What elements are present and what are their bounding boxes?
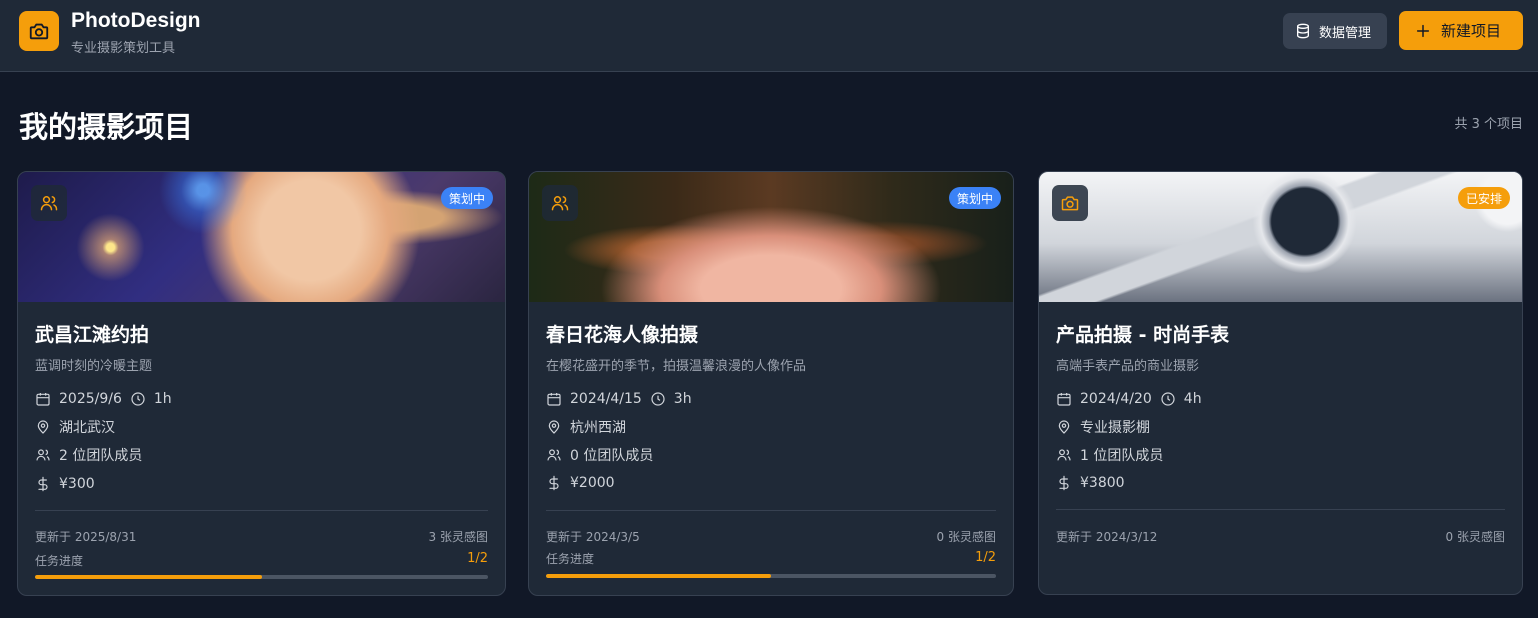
logo[interactable] <box>19 11 59 51</box>
project-cover-image <box>1039 172 1522 302</box>
task-progress-value: 1/2 <box>975 550 996 565</box>
project-card[interactable]: 策划中 春日花海人像拍摄 在樱花盛开的季节，拍摄温馨浪漫的人像作品 2024/4… <box>528 171 1014 596</box>
status-badge: 策划中 <box>948 187 1001 209</box>
project-type-badge <box>1052 185 1088 221</box>
location-row: 杭州西湖 <box>546 417 626 437</box>
new-project-button[interactable]: 新建项目 <box>1399 11 1523 50</box>
date-row: 2024/4/15 3h <box>546 389 692 409</box>
calendar-icon <box>36 393 50 406</box>
project-budget: ¥2000 <box>570 475 615 491</box>
brand-title: PhotoDesign <box>71 9 201 32</box>
project-type-badge <box>31 185 67 221</box>
project-budget: ¥300 <box>59 476 95 492</box>
project-date: 2024/4/20 <box>1080 391 1152 407</box>
project-location: 杭州西湖 <box>570 420 626 436</box>
status-badge: 已安排 <box>1457 187 1510 209</box>
project-title: 产品拍摄 - 时尚手表 <box>1056 324 1230 346</box>
map-pin-icon <box>37 420 49 434</box>
project-card[interactable]: 策划中 武昌江滩约拍 蓝调时刻的冷暖主题 2025/9/6 1h 湖北武汉 2 … <box>17 171 506 596</box>
project-location: 湖北武汉 <box>59 420 115 436</box>
project-team: 1 位团队成员 <box>1080 448 1164 464</box>
project-duration: 1h <box>153 391 172 407</box>
project-team: 0 位团队成员 <box>570 448 654 464</box>
camera-icon <box>29 23 49 40</box>
project-budget: ¥3800 <box>1080 475 1125 491</box>
clock-icon <box>131 392 145 406</box>
divider <box>35 510 488 511</box>
team-row: 2 位团队成员 <box>35 445 142 465</box>
inspiration-count: 3 张灵感图 <box>428 530 488 544</box>
project-cover-image <box>529 172 1013 302</box>
app-header: PhotoDesign 专业摄影策划工具 数据管理 新建项目 <box>0 0 1538 72</box>
team-row: 0 位团队成员 <box>546 445 653 465</box>
project-date: 2024/4/15 <box>570 391 642 407</box>
project-duration: 4h <box>1183 391 1202 407</box>
dollar-icon <box>38 476 48 492</box>
map-pin-icon <box>1058 420 1070 434</box>
brand-subtitle: 专业摄影策划工具 <box>71 41 176 56</box>
page-title: 我的摄影项目 <box>19 110 194 144</box>
project-description: 在樱花盛开的季节，拍摄温馨浪漫的人像作品 <box>546 359 807 374</box>
users-icon <box>551 196 569 211</box>
task-progress-bar <box>35 575 488 579</box>
project-description: 高端手表产品的商业摄影 <box>1056 359 1200 374</box>
camera-icon <box>1061 196 1079 211</box>
updated-date: 更新于 2024/3/5 <box>546 530 640 544</box>
status-badge: 策划中 <box>440 187 493 209</box>
users-icon <box>1057 449 1071 461</box>
location-row: 专业摄影棚 <box>1056 417 1150 437</box>
updated-date: 更新于 2024/3/12 <box>1056 530 1158 544</box>
date-row: 2025/9/6 1h <box>35 389 172 409</box>
users-icon <box>36 449 50 461</box>
users-icon <box>40 196 58 211</box>
database-icon <box>1297 23 1309 39</box>
project-count: 共 3 个项目 <box>1454 117 1523 132</box>
users-icon <box>547 449 561 461</box>
calendar-icon <box>1057 393 1071 406</box>
calendar-icon <box>547 393 561 406</box>
inspiration-count: 0 张灵感图 <box>936 530 996 544</box>
budget-row: ¥300 <box>35 474 95 494</box>
clock-icon <box>1161 392 1175 406</box>
project-title: 春日花海人像拍摄 <box>546 324 699 346</box>
team-row: 1 位团队成员 <box>1056 445 1163 465</box>
project-duration: 3h <box>673 391 692 407</box>
project-title: 武昌江滩约拍 <box>35 324 150 346</box>
data-management-button[interactable]: 数据管理 <box>1283 13 1387 49</box>
dollar-icon <box>549 475 559 491</box>
location-row: 湖北武汉 <box>35 417 115 437</box>
task-progress-value: 1/2 <box>467 551 488 566</box>
data-management-label: 数据管理 <box>1319 25 1372 41</box>
task-progress-label: 任务进度 <box>35 554 84 568</box>
project-location: 专业摄影棚 <box>1080 420 1150 436</box>
project-card[interactable]: 已安排 产品拍摄 - 时尚手表 高端手表产品的商业摄影 2024/4/20 4h… <box>1038 171 1523 595</box>
divider <box>1056 509 1505 510</box>
project-description: 蓝调时刻的冷暖主题 <box>35 359 153 374</box>
task-progress-label: 任务进度 <box>546 552 595 566</box>
map-pin-icon <box>548 420 560 434</box>
task-progress-fill <box>546 574 771 578</box>
task-progress-bar <box>546 574 996 578</box>
date-row: 2024/4/20 4h <box>1056 389 1202 409</box>
budget-row: ¥3800 <box>1056 473 1125 493</box>
divider <box>546 510 996 511</box>
clock-icon <box>651 392 665 406</box>
project-team: 2 位团队成员 <box>59 448 143 464</box>
budget-row: ¥2000 <box>546 473 615 493</box>
project-cover-image <box>18 172 505 302</box>
updated-date: 更新于 2025/8/31 <box>35 530 137 544</box>
new-project-label: 新建项目 <box>1441 22 1502 40</box>
dollar-icon <box>1059 475 1069 491</box>
plus-icon <box>1416 24 1430 37</box>
inspiration-count: 0 张灵感图 <box>1445 530 1505 544</box>
project-date: 2025/9/6 <box>59 391 122 407</box>
project-type-badge <box>542 185 578 221</box>
task-progress-fill <box>35 575 262 579</box>
